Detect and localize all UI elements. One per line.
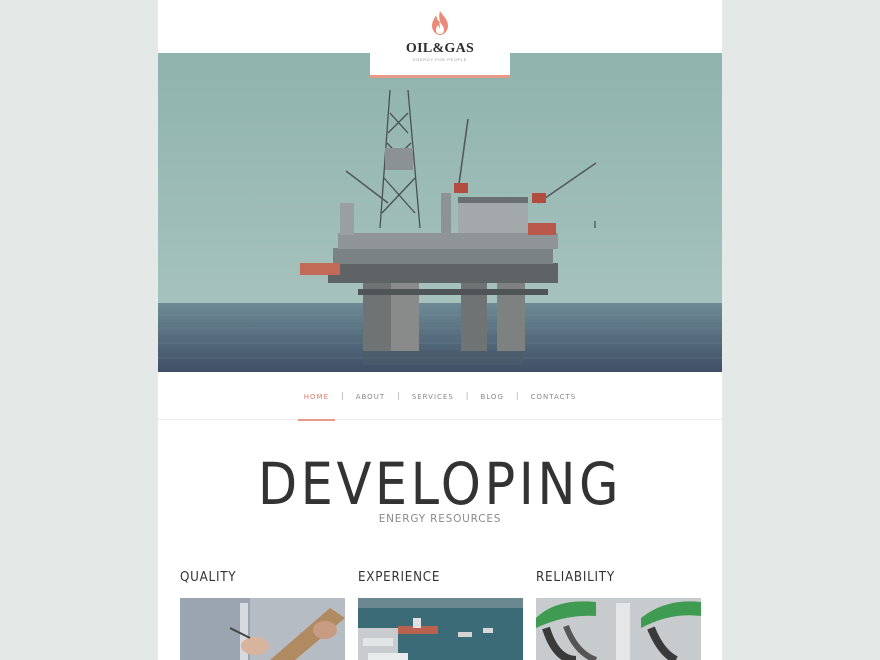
nav-contacts[interactable]: CONTACTS bbox=[525, 372, 583, 420]
hero-image bbox=[158, 53, 722, 372]
feature-quality: QUALITY bbox=[180, 568, 345, 660]
nav-separator: | bbox=[341, 391, 344, 400]
page: OIL&GAS ENERGY FOR PEOPLE HOME | ABOUT |… bbox=[158, 0, 722, 660]
feature-experience: EXPERIENCE bbox=[358, 568, 523, 660]
feature-image-clipboard[interactable] bbox=[180, 598, 345, 660]
feature-image-fuel-nozzles[interactable] bbox=[536, 598, 701, 660]
nav-services[interactable]: SERVICES bbox=[406, 372, 460, 420]
header: OIL&GAS ENERGY FOR PEOPLE bbox=[158, 0, 722, 78]
main-nav: HOME | ABOUT | SERVICES | BLOG | CONTACT… bbox=[158, 372, 722, 421]
intro-section: DEVELOPING ENERGY RESOURCES bbox=[158, 448, 722, 525]
feature-reliability: RELIABILITY bbox=[536, 568, 701, 660]
nav-separator: | bbox=[397, 391, 400, 400]
logo-tagline: ENERGY FOR PEOPLE bbox=[413, 57, 467, 62]
intro-title: DEVELOPING bbox=[257, 450, 623, 518]
nav-home[interactable]: HOME bbox=[297, 372, 336, 421]
nav-separator: | bbox=[515, 391, 519, 400]
feature-title[interactable]: EXPERIENCE bbox=[358, 568, 510, 598]
nav-separator: | bbox=[465, 391, 469, 400]
offshore-platform-image bbox=[158, 53, 722, 372]
logo-title: OIL&GAS bbox=[405, 41, 475, 56]
feature-title[interactable]: RELIABILITY bbox=[536, 568, 688, 598]
feature-title[interactable]: QUALITY bbox=[180, 568, 332, 598]
nav-about[interactable]: ABOUT bbox=[350, 372, 391, 420]
nav-blog[interactable]: BLOG bbox=[474, 372, 509, 420]
logo[interactable]: OIL&GAS ENERGY FOR PEOPLE bbox=[370, 0, 510, 78]
flame-icon bbox=[432, 11, 448, 35]
feature-image-harbor[interactable] bbox=[358, 598, 523, 660]
